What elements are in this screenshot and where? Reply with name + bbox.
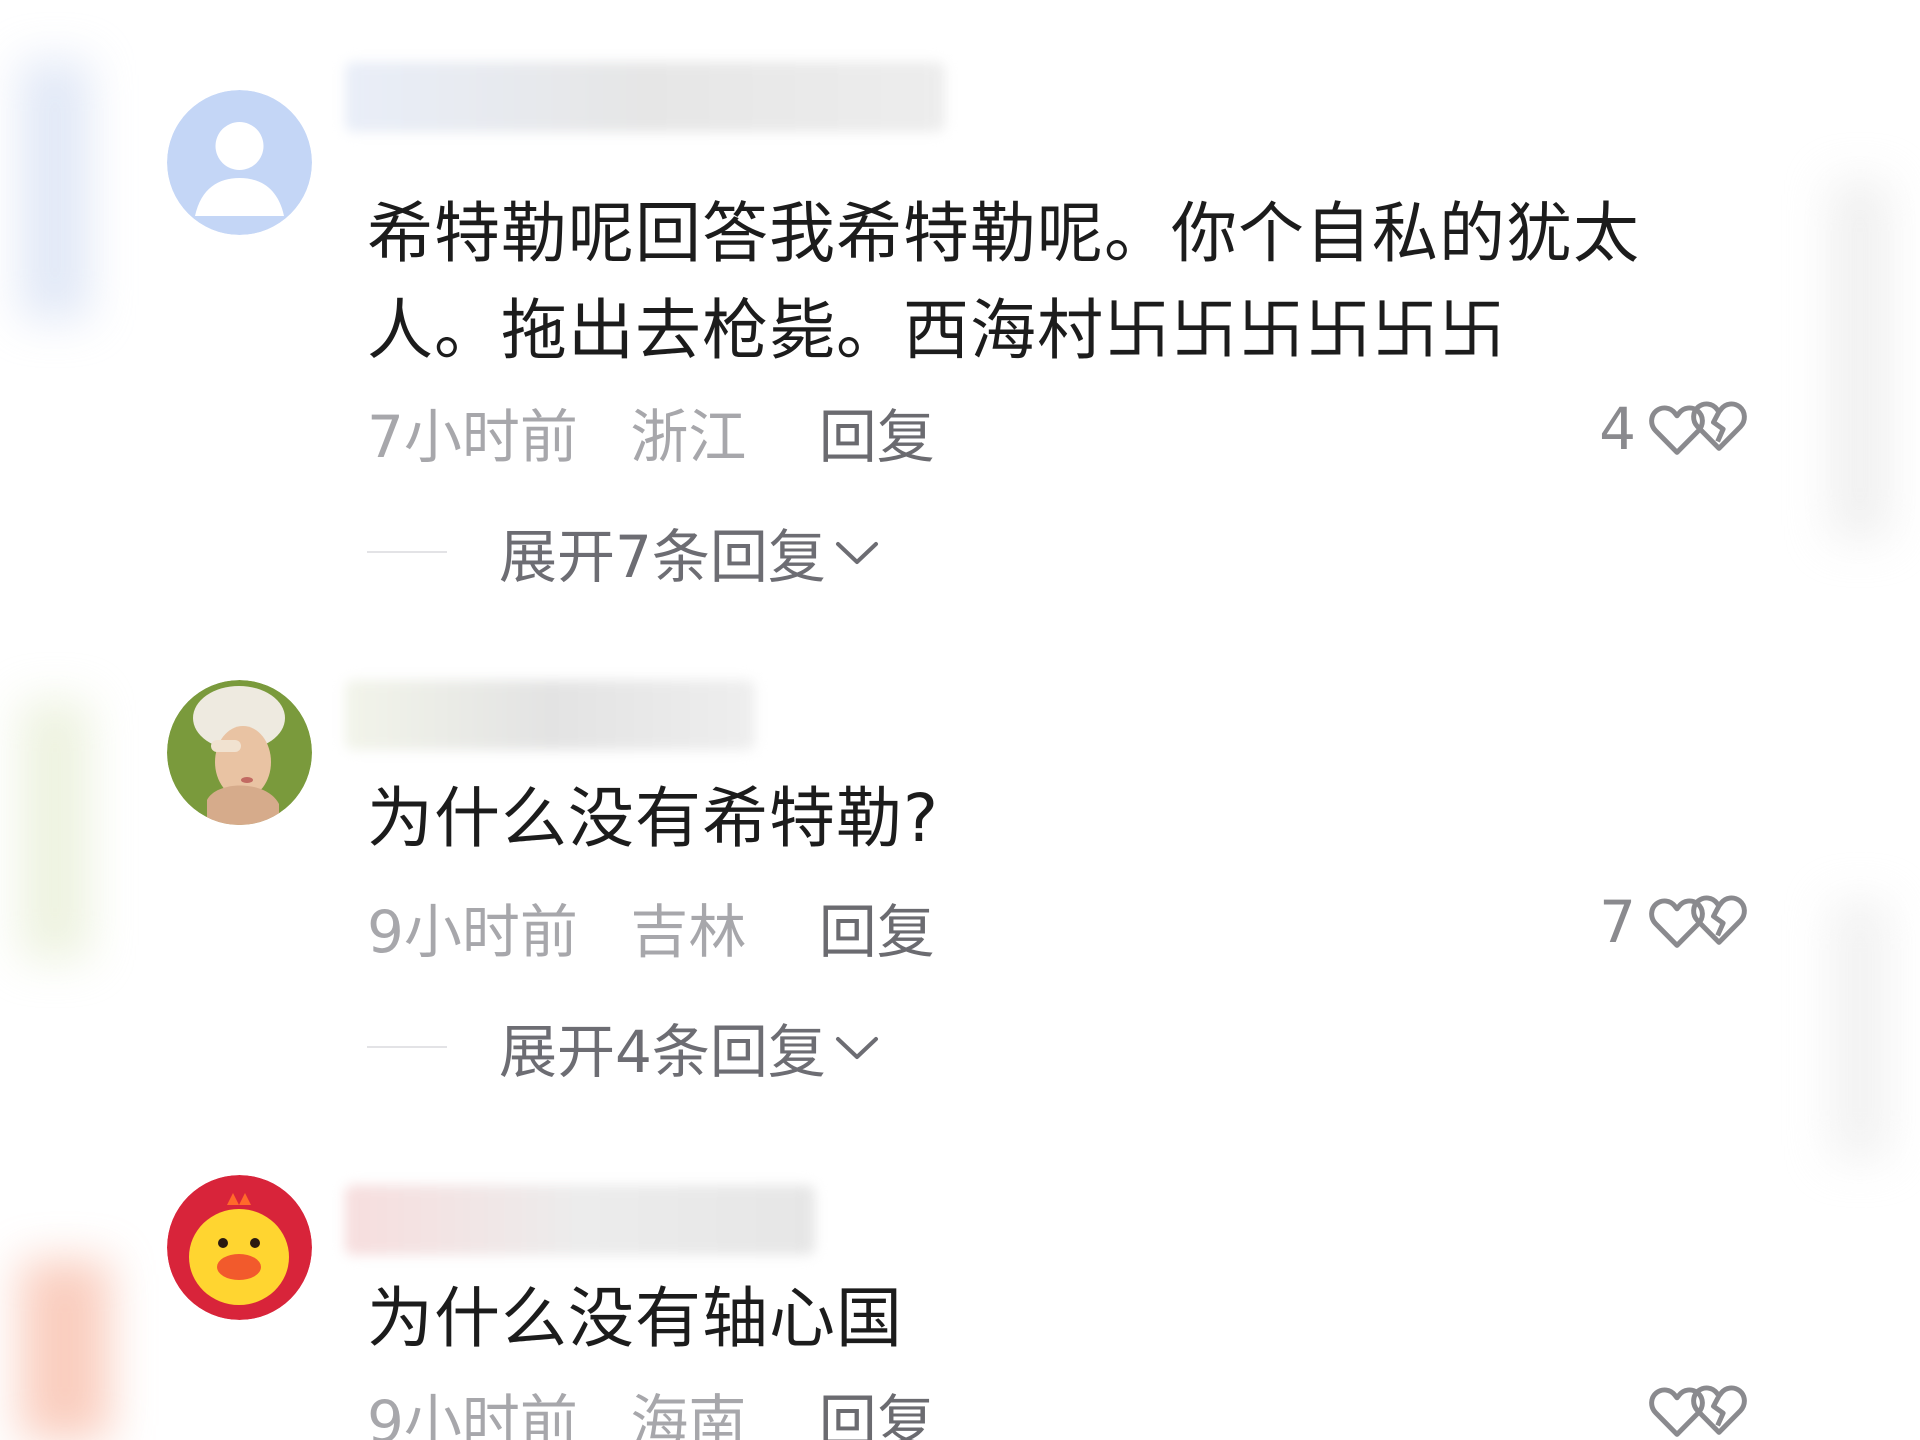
username-redacted (345, 1185, 815, 1255)
yellow-duck-avatar (167, 1175, 312, 1320)
comment-location: 海南 (630, 1388, 747, 1440)
comment-meta: 9小时前 海南 回复 (367, 1375, 969, 1440)
comment-text: 为什么没有轴心国 (367, 1280, 903, 1357)
comment-time: 9小时前 (367, 1388, 578, 1440)
comment-list-screen: 希特勒呢回答我希特勒呢。你个自私的犹太人。拖出去枪毙。西海村卐卐卐卐卐卐 7小时… (0, 0, 1920, 1440)
comment-item: 为什么没有轴心国 9小时前 海南 回复 (0, 0, 1920, 1440)
broken-heart-icon[interactable] (1686, 1376, 1752, 1440)
reply-button[interactable]: 回复 (819, 1388, 935, 1440)
avatar[interactable] (167, 1175, 312, 1320)
